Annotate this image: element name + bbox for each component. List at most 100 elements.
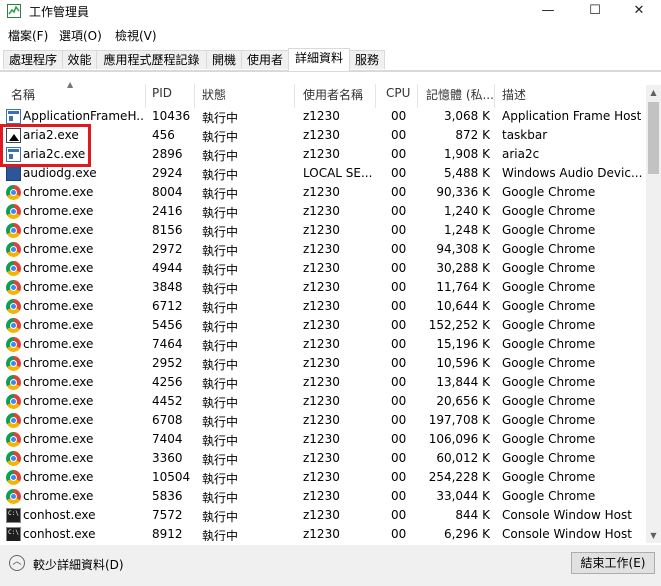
process-row[interactable]: chrome.exe 10504 執行中 z1230 00 254,228 K Google… <box>0 468 646 487</box>
process-row[interactable]: chrome.exe 2972 執行中 z1230 00 94,308 K Google C… <box>0 240 646 259</box>
cell-status: 執行中 <box>202 320 239 334</box>
scroll-up-icon[interactable]: ▲ <box>646 85 661 100</box>
cell-memory: 3,068 K <box>443 109 490 123</box>
cell-user: z1230 <box>303 394 340 408</box>
column-header-name[interactable]: 名稱 <box>11 86 35 106</box>
cell-name: chrome.exe <box>23 375 94 389</box>
process-row[interactable]: chrome.exe 3360 執行中 z1230 00 60,012 K Google C… <box>0 449 646 468</box>
tab-processes[interactable]: 處理程序 <box>3 50 63 69</box>
process-row[interactable]: ApplicationFrameH... 10436 執行中 z1230 00 3,068… <box>0 107 646 126</box>
cell-cpu: 00 <box>391 185 407 199</box>
cell-description: Console Window Host <box>502 508 632 522</box>
column-divider[interactable] <box>194 84 195 108</box>
column-header-status[interactable]: 狀態 <box>202 86 226 106</box>
process-row[interactable]: chrome.exe 5456 執行中 z1230 00 152,252 K Google … <box>0 316 646 335</box>
process-row[interactable]: chrome.exe 4944 執行中 z1230 00 30,288 K Google C… <box>0 259 646 278</box>
process-row[interactable]: chrome.exe 4256 執行中 z1230 00 13,844 K Google C… <box>0 373 646 392</box>
minimize-button[interactable]: — <box>525 0 571 22</box>
cell-memory: 10,596 K <box>436 356 490 370</box>
process-row[interactable]: chrome.exe 3848 執行中 z1230 00 11,764 K Google C… <box>0 278 646 297</box>
scroll-thumb[interactable] <box>648 102 659 174</box>
cell-name: conhost.exe <box>23 527 96 541</box>
process-row[interactable]: chrome.exe 5836 執行中 z1230 00 33,044 K Google C… <box>0 487 646 506</box>
process-row[interactable]: aria2c.exe 2896 執行中 z1230 00 1,908 Karia2c <box>0 145 646 164</box>
cell-pid: 6708 <box>152 413 183 427</box>
cell-pid: 4944 <box>152 261 183 275</box>
process-row[interactable]: chrome.exe 4452 執行中 z1230 00 20,656 K Google C… <box>0 392 646 411</box>
close-button[interactable]: ✕ <box>616 0 661 22</box>
maximize-button[interactable]: ☐ <box>572 0 618 22</box>
column-divider[interactable] <box>417 84 418 108</box>
column-header-memory[interactable]: 記憶體 (私... <box>426 86 494 106</box>
column-header-description[interactable]: 描述 <box>502 86 526 106</box>
column-divider[interactable] <box>294 84 295 108</box>
process-row[interactable]: chrome.exe 8004 執行中 z1230 00 90,336 K Google C… <box>0 183 646 202</box>
cell-name: chrome.exe <box>23 280 94 294</box>
chrome-icon <box>6 375 21 390</box>
cell-memory: 844 K <box>455 508 490 522</box>
chrome-icon <box>6 432 21 447</box>
cell-pid: 6712 <box>152 299 183 313</box>
chrome-icon <box>6 204 21 219</box>
column-header-cpu[interactable]: CPU <box>386 86 410 106</box>
task-manager-icon <box>7 4 21 18</box>
chrome-icon <box>6 489 21 504</box>
process-row[interactable]: chrome.exe 7464 執行中 z1230 00 15,196 K Google C… <box>0 335 646 354</box>
cell-description: Google Chrome <box>502 299 596 313</box>
column-divider[interactable] <box>375 84 376 108</box>
cell-memory: 152,252 K <box>428 318 490 332</box>
menu-options[interactable]: 選項(O) <box>59 27 102 44</box>
tab-users[interactable]: 使用者 <box>241 50 289 69</box>
cell-cpu: 00 <box>391 280 407 294</box>
menu-view[interactable]: 檢視(V) <box>115 27 157 44</box>
process-row[interactable]: chrome.exe 6712 執行中 z1230 00 10,644 K Google C… <box>0 297 646 316</box>
cell-pid: 10504 <box>152 470 191 484</box>
process-row[interactable]: chrome.exe 8156 執行中 z1230 00 1,248 K Google Ch… <box>0 221 646 240</box>
cell-name: chrome.exe <box>23 356 94 370</box>
column-divider[interactable] <box>145 84 146 108</box>
cell-memory: 197,708 K <box>428 413 490 427</box>
cell-name: chrome.exe <box>23 223 94 237</box>
chevron-up-circle-icon[interactable]: ︿ <box>9 555 25 571</box>
process-row[interactable]: chrome.exe 2952 執行中 z1230 00 10,596 K Google C… <box>0 354 646 373</box>
cell-pid: 2952 <box>152 356 183 370</box>
tab-details[interactable]: 詳細資料 <box>288 48 350 71</box>
cell-pid: 456 <box>152 128 175 142</box>
cell-pid: 4256 <box>152 375 183 389</box>
fewer-details-link[interactable]: 較少詳細資料(D) <box>33 556 124 573</box>
process-row[interactable]: chrome.exe 7404 執行中 z1230 00 106,096 K Google … <box>0 430 646 449</box>
cell-description: Google Chrome <box>502 242 596 256</box>
chrome-icon <box>6 451 21 466</box>
cell-description: Console Window Host <box>502 527 632 541</box>
chrome-icon <box>6 280 21 295</box>
process-row[interactable]: aria2.exe 456 執行中 z1230 00 872 Ktaskbar <box>0 126 646 145</box>
menu-file[interactable]: 檔案(F) <box>8 27 48 44</box>
scroll-down-icon[interactable]: ▼ <box>646 528 661 543</box>
cell-description: Google Chrome <box>502 394 596 408</box>
chrome-icon <box>6 223 21 238</box>
column-header-user[interactable]: 使用者名稱 <box>303 86 363 106</box>
column-divider[interactable] <box>494 84 495 108</box>
cell-user: z1230 <box>303 261 340 275</box>
cell-status: 執行中 <box>202 491 239 505</box>
cell-pid: 7404 <box>152 432 183 446</box>
process-row[interactable]: chrome.exe 6708 執行中 z1230 00 197,708 K Google … <box>0 411 646 430</box>
vertical-scrollbar[interactable]: ▲ ▼ <box>646 85 661 543</box>
cell-status: 執行中 <box>202 168 239 182</box>
end-task-button[interactable]: 結束工作(E) <box>571 552 655 574</box>
cell-memory: 1,248 K <box>443 223 490 237</box>
column-header-pid[interactable]: PID <box>152 86 172 106</box>
tab-performance[interactable]: 效能 <box>62 50 97 69</box>
cell-user: z1230 <box>303 147 340 161</box>
tab-startup[interactable]: 開機 <box>206 50 242 69</box>
tab-app-history[interactable]: 應用程式歷程記錄 <box>96 50 207 69</box>
cell-name: chrome.exe <box>23 432 94 446</box>
process-row[interactable]: audiodg.exe 2924 執行中 LOCAL SE... 00 5,488 K Wi… <box>0 164 646 183</box>
process-row[interactable]: conhost.exe 7572 執行中 z1230 00 844 K Console Wi… <box>0 506 646 525</box>
tab-services[interactable]: 服務 <box>349 50 385 69</box>
cell-status: 執行中 <box>202 377 239 391</box>
cell-description: Google Chrome <box>502 223 596 237</box>
process-row[interactable]: conhost.exe 8912 執行中 z1230 00 6,296 K Console … <box>0 525 646 541</box>
process-row[interactable]: chrome.exe 2416 執行中 z1230 00 1,240 K Google Ch… <box>0 202 646 221</box>
chrome-icon <box>6 318 21 333</box>
